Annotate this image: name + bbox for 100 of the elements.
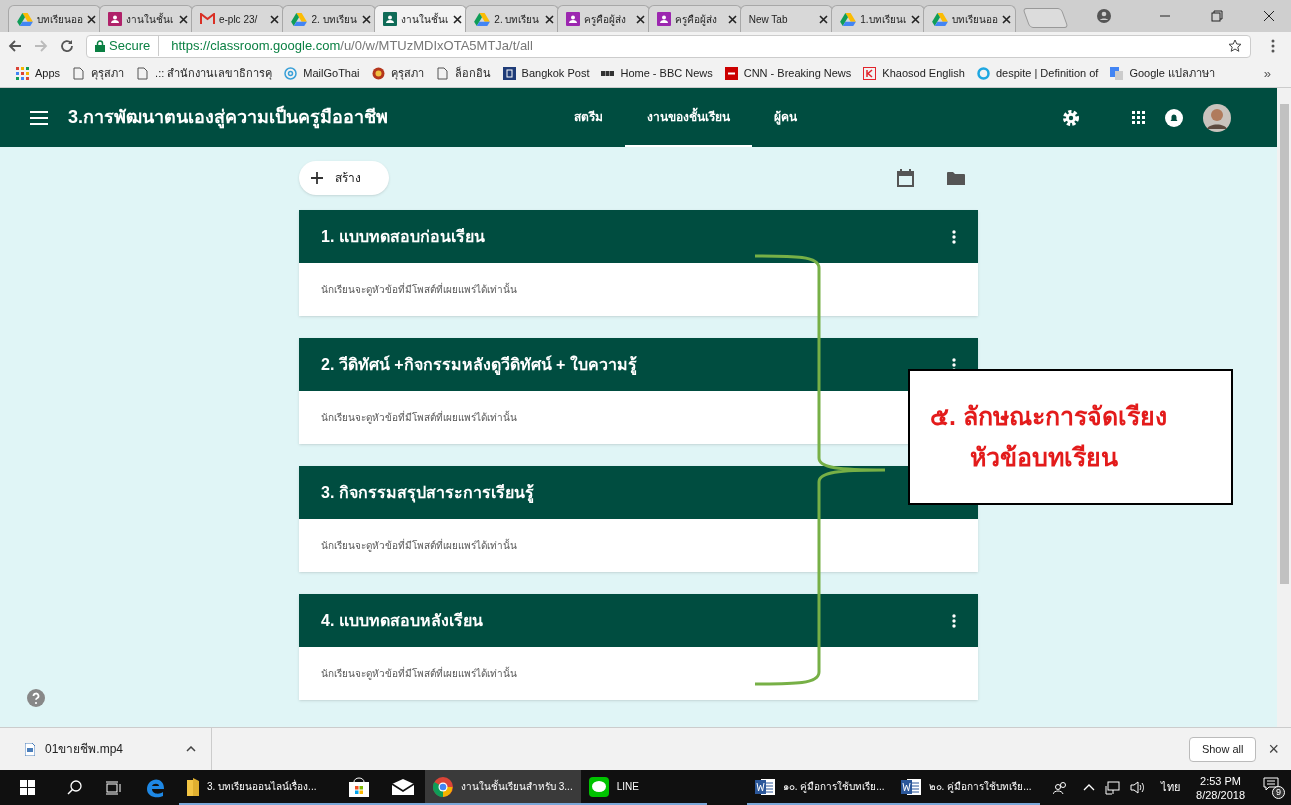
close-icon[interactable] xyxy=(1263,10,1275,22)
notification-badge: 9 xyxy=(1272,785,1285,799)
browser-tab[interactable]: e-plc 23/ xyxy=(190,5,285,32)
network-icon[interactable] xyxy=(1105,780,1121,795)
browser-tab[interactable]: 2. บทเรียน xyxy=(465,5,559,32)
drive-icon xyxy=(291,12,308,26)
volume-icon[interactable] xyxy=(1130,781,1146,794)
lock-icon xyxy=(95,40,105,52)
bookmark-item[interactable]: Khaosod English xyxy=(863,65,965,82)
more-icon[interactable] xyxy=(952,229,956,244)
bag-icon xyxy=(349,776,369,797)
bookmark-item[interactable]: คุรุสภา xyxy=(72,65,125,82)
annotation-text: หัวข้อบทเรียน xyxy=(969,442,1119,473)
browser-tab[interactable]: New Tab xyxy=(739,5,834,32)
topic-note: นักเรียนจะดูหัวข้อที่มีโพสต์ที่เผยแพร่ได้เท่านั้น xyxy=(321,282,517,297)
browser-tab[interactable]: 1.บทเรียนเ xyxy=(831,5,925,32)
apps-icon xyxy=(16,67,29,80)
show-all-button[interactable]: Show all xyxy=(1188,736,1257,762)
bookmark-item[interactable]: ล็อกอิน xyxy=(435,65,491,82)
people-icon[interactable] xyxy=(1053,780,1068,795)
browser-tab[interactable]: 2. บทเรียน xyxy=(282,5,376,32)
bracket-icon xyxy=(863,67,877,80)
search-icon[interactable] xyxy=(67,780,82,795)
close-icon[interactable] xyxy=(178,14,188,24)
bookmark-item[interactable]: Apps xyxy=(16,65,61,82)
class-title: 3.การพัฒนาตนเองสู่ความเป็นครูมืออาชีพ xyxy=(68,104,389,131)
clock-time[interactable]: 2:53 PM xyxy=(1200,773,1241,788)
more-icon[interactable] xyxy=(952,613,956,628)
windows-icon[interactable] xyxy=(20,780,35,795)
account-icon[interactable] xyxy=(1097,9,1111,23)
newspaper-icon xyxy=(502,67,516,80)
bookmark-item[interactable]: Bangkok Post xyxy=(502,65,590,82)
help-icon[interactable] xyxy=(27,689,45,707)
translate-icon xyxy=(1110,67,1124,80)
scrollbar[interactable] xyxy=(1277,88,1291,727)
bookmark-item[interactable]: Google แปลภาษา xyxy=(1110,65,1215,82)
more-bookmarks-button[interactable]: » xyxy=(1263,63,1271,84)
drive-icon xyxy=(840,12,857,26)
reload-icon[interactable] xyxy=(60,39,74,53)
language-indicator[interactable]: ไทย xyxy=(1161,779,1181,796)
close-button[interactable]: × xyxy=(1268,735,1279,763)
address-field[interactable]: Secure https://classroom.google.com/u/0/w/MTUzMDIxOTA5MTJa/t/all xyxy=(86,34,1251,58)
taskbar-button[interactable]: ๑๐. คู่มือการใช้บทเรีย... xyxy=(746,770,893,805)
close-icon[interactable] xyxy=(727,14,737,24)
browser-tab[interactable]: งานในชั้นเ xyxy=(373,5,468,32)
browser-tab[interactable]: ครูคือผู้ส่ง xyxy=(556,5,651,32)
seal-icon xyxy=(371,67,385,80)
ring-icon xyxy=(976,67,990,80)
menu-icon[interactable] xyxy=(30,110,48,125)
folder-icon[interactable] xyxy=(947,170,965,186)
bookmark-item[interactable]: Home - BBC News xyxy=(601,65,713,82)
star-icon[interactable] xyxy=(1228,39,1242,53)
class-tab[interactable]: ผู้คน xyxy=(752,88,819,147)
bookmark-item[interactable]: คุรุสภา xyxy=(371,65,424,82)
chevron-up-icon xyxy=(186,746,196,752)
close-icon[interactable] xyxy=(636,14,646,24)
calendar-icon[interactable] xyxy=(897,169,914,187)
notification-icon[interactable] xyxy=(1263,776,1279,791)
topic-note: นักเรียนจะดูหัวข้อที่มีโพสต์ที่เผยแพร่ได้เท่านั้น xyxy=(321,666,517,681)
browser-tab[interactable]: บทเรียนออ xyxy=(8,5,102,32)
browser-tab[interactable]: งานในชั้นเ xyxy=(99,5,193,32)
bookmark-item[interactable]: .:: สำนักงานเลขาธิการคุ xyxy=(136,65,273,82)
browser-tab[interactable]: บทเรียนออ xyxy=(922,5,1017,32)
apps-icon[interactable] xyxy=(1132,111,1145,124)
browser-icon[interactable] xyxy=(146,777,166,798)
taskbar-button[interactable]: 3. บทเรียนออนไลน์เรื่อง... xyxy=(179,770,337,805)
close-icon[interactable] xyxy=(819,14,829,24)
bookmark-item[interactable]: MailGoThai xyxy=(284,65,360,82)
settings-icon[interactable] xyxy=(1062,108,1080,127)
taskbar-button[interactable]: LINE xyxy=(580,770,707,805)
page-icon xyxy=(435,67,449,80)
taskbar-button[interactable]: งานในชั้นเรียนสำหรับ 3... xyxy=(425,770,581,805)
class-tab[interactable]: สตรีม xyxy=(552,88,625,147)
close-icon[interactable] xyxy=(87,14,97,24)
close-icon[interactable] xyxy=(1002,14,1012,24)
topic-note: นักเรียนจะดูหัวข้อที่มีโพสต์ที่เผยแพร่ได้เท่านั้น xyxy=(321,538,517,553)
more-icon[interactable] xyxy=(1271,39,1275,53)
create-button[interactable]: สร้าง xyxy=(299,161,389,195)
close-icon[interactable] xyxy=(361,14,371,24)
document-icon xyxy=(900,777,921,796)
drive-icon xyxy=(931,12,948,26)
bookmark-item[interactable]: CNN - Breaking News xyxy=(724,65,852,82)
avatar-icon[interactable] xyxy=(1203,103,1231,132)
restore-icon[interactable] xyxy=(1211,10,1223,22)
close-icon[interactable] xyxy=(910,14,920,24)
taskbar-button[interactable]: ๒๐. คู่มือการใช้บทเรีย... xyxy=(892,770,1040,805)
back-icon[interactable] xyxy=(8,39,22,53)
more-icon[interactable] xyxy=(952,357,956,372)
notification-icon[interactable] xyxy=(1165,108,1183,127)
scrollbar-thumb[interactable] xyxy=(1279,104,1289,584)
browser-tab[interactable]: ครูคือผู้ส่ง xyxy=(648,5,742,32)
page-icon xyxy=(136,67,150,80)
chevron-up-icon[interactable] xyxy=(1083,784,1096,791)
clock-date[interactable]: 8/28/2018 xyxy=(1196,787,1245,802)
bookmark-item[interactable]: despite | Definition of xyxy=(976,65,1099,82)
close-icon[interactable] xyxy=(270,14,280,24)
task-view-icon[interactable] xyxy=(106,780,121,795)
close-icon[interactable] xyxy=(453,14,463,24)
drive-icon xyxy=(17,12,33,26)
close-icon[interactable] xyxy=(544,14,554,24)
